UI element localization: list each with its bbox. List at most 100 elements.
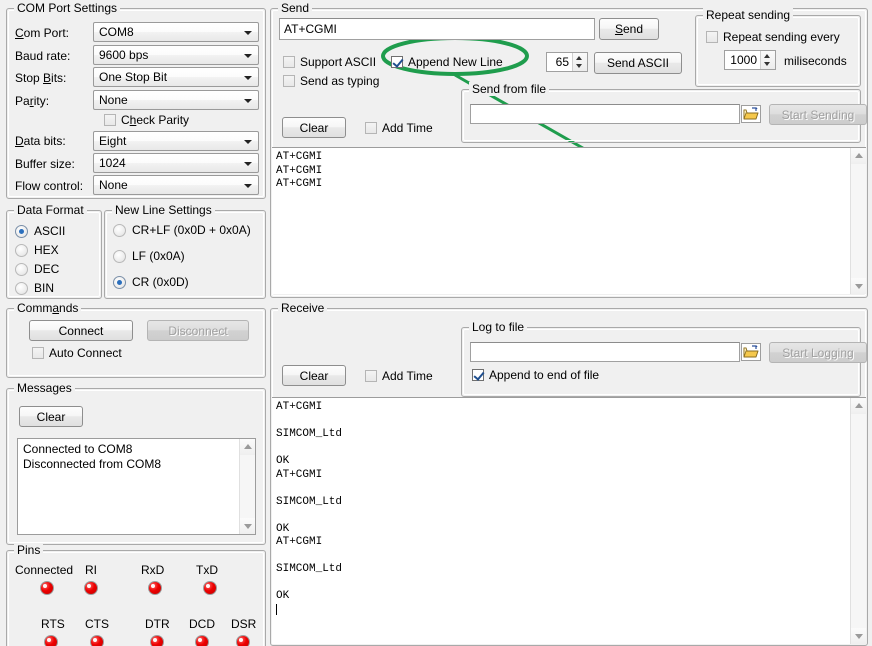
- data-format-bin-radio[interactable]: BIN: [15, 281, 54, 295]
- repeat-interval-value: 1000: [725, 51, 760, 69]
- spinner-buttons[interactable]: [760, 51, 775, 69]
- spinner-down-icon[interactable]: [573, 62, 587, 71]
- new-line-crlf-radio[interactable]: CR+LF (0x0D + 0x0A): [113, 223, 251, 237]
- start-sending-label: Start Sending: [782, 108, 855, 122]
- spinner-down-icon[interactable]: [761, 60, 775, 69]
- scroll-down-arrow-icon[interactable]: [851, 628, 866, 644]
- send-button[interactable]: Send: [599, 18, 659, 40]
- parity-label: Parity:: [15, 94, 49, 108]
- scroll-down-arrow-icon[interactable]: [240, 518, 256, 534]
- check-parity-checkbox[interactable]: Check Parity: [104, 113, 189, 127]
- new-line-cr-radio[interactable]: CR (0x0D): [113, 275, 189, 289]
- checkbox-box: [391, 56, 403, 68]
- chevron-down-icon: [244, 184, 252, 188]
- repeat-interval-spinner[interactable]: 1000: [724, 50, 776, 70]
- messages-scrollbar[interactable]: [239, 439, 255, 534]
- baud-rate-value: 9600 bps: [99, 48, 148, 62]
- radio-circle: [113, 250, 126, 263]
- send-as-typing-checkbox[interactable]: Send as typing: [283, 74, 379, 88]
- messages-clear-button[interactable]: Clear: [19, 406, 83, 427]
- receive-log-scrollbar[interactable]: [850, 398, 866, 644]
- scroll-up-arrow-icon[interactable]: [851, 148, 866, 164]
- connect-button-label: Connect: [59, 324, 104, 338]
- send-file-browse-button[interactable]: [741, 105, 761, 123]
- spinner-up-icon[interactable]: [761, 51, 775, 60]
- append-to-end-label: Append to end of file: [489, 368, 599, 382]
- append-new-line-checkbox[interactable]: Append New Line: [391, 55, 503, 69]
- receive-log-lines: AT+CGMI SIMCOM_Ltd OK AT+CGMI SIMCOM_Ltd…: [276, 401, 342, 602]
- repeat-sending-label: Repeat sending every: [723, 30, 840, 44]
- pin-label-dtr: DTR: [145, 617, 170, 631]
- com-port-value: COM8: [99, 25, 134, 39]
- data-format-ascii-radio[interactable]: ASCII: [15, 224, 65, 238]
- append-to-end-checkbox[interactable]: Append to end of file: [472, 368, 599, 382]
- messages-group: Messages Clear Connected to COM8 Disconn…: [6, 388, 266, 545]
- checkbox-box: [365, 370, 377, 382]
- pin-label-connected: Connected: [15, 563, 73, 577]
- new-line-crlf-label: CR+LF (0x0D + 0x0A): [132, 223, 251, 237]
- pin-led-connected: [40, 581, 54, 595]
- new-line-lf-radio[interactable]: LF (0x0A): [113, 249, 185, 263]
- spinner-buttons[interactable]: [572, 53, 587, 71]
- send-log-text: AT+CGMI AT+CGMI AT+CGMI: [276, 151, 846, 192]
- ascii-code-spinner[interactable]: 65: [546, 52, 588, 72]
- send-file-path-input[interactable]: [470, 104, 740, 124]
- messages-log-panel[interactable]: Connected to COM8 Disconnected from COM8: [17, 438, 256, 535]
- receive-log-panel[interactable]: AT+CGMI SIMCOM_Ltd OK AT+CGMI SIMCOM_Ltd…: [272, 397, 866, 644]
- repeat-sending-group: Repeat sending Repeat sending every 1000…: [695, 15, 861, 87]
- chevron-down-icon: [244, 140, 252, 144]
- flow-control-value: None: [99, 178, 128, 192]
- com-port-settings-group: COM Port Settings Com Port: COM8 Baud ra…: [6, 8, 266, 199]
- start-logging-button[interactable]: Start Logging: [769, 342, 867, 363]
- scroll-down-arrow-icon[interactable]: [851, 278, 866, 294]
- send-log-scrollbar[interactable]: [850, 148, 866, 294]
- buffer-size-combo[interactable]: 1024: [93, 153, 259, 173]
- disconnect-button[interactable]: Disconnect: [147, 320, 249, 341]
- send-ascii-button[interactable]: Send ASCII: [594, 52, 682, 74]
- receive-add-time-checkbox[interactable]: Add Time: [365, 369, 433, 383]
- ascii-code-value: 65: [547, 53, 572, 71]
- log-file-browse-button[interactable]: [741, 343, 761, 361]
- repeat-sending-checkbox[interactable]: Repeat sending every: [706, 30, 840, 44]
- buffer-size-label: Buffer size:: [15, 157, 75, 171]
- commands-group: Commands Connect Disconnect Auto Connect: [6, 308, 266, 378]
- connect-button[interactable]: Connect: [29, 320, 133, 341]
- auto-connect-checkbox[interactable]: Auto Connect: [32, 346, 122, 360]
- data-format-hex-radio[interactable]: HEX: [15, 243, 59, 257]
- send-log-panel[interactable]: AT+CGMI AT+CGMI AT+CGMI: [272, 147, 866, 294]
- support-ascii-label: Support ASCII: [300, 55, 376, 69]
- send-add-time-label: Add Time: [382, 121, 433, 135]
- com-port-combo[interactable]: COM8: [93, 22, 259, 42]
- data-format-dec-radio[interactable]: DEC: [15, 262, 59, 276]
- receive-clear-button[interactable]: Clear: [282, 365, 346, 386]
- baud-rate-combo[interactable]: 9600 bps: [93, 45, 259, 65]
- spinner-up-icon[interactable]: [573, 53, 587, 62]
- support-ascii-checkbox[interactable]: Support ASCII: [283, 55, 376, 69]
- log-to-file-group: Log to file Start Logging: [461, 327, 861, 397]
- send-command-input[interactable]: AT+CGMI: [279, 18, 595, 40]
- flow-control-label: Flow control:: [15, 179, 83, 193]
- send-add-time-checkbox[interactable]: Add Time: [365, 121, 433, 135]
- pin-label-dcd: DCD: [189, 617, 215, 631]
- send-clear-label: Clear: [300, 121, 329, 135]
- log-file-path-input[interactable]: [470, 342, 740, 362]
- data-bits-combo[interactable]: Eight: [93, 131, 259, 151]
- scroll-up-arrow-icon[interactable]: [240, 439, 256, 455]
- start-sending-button[interactable]: Start Sending: [769, 104, 867, 125]
- send-clear-button[interactable]: Clear: [282, 117, 346, 138]
- radio-circle: [113, 276, 126, 289]
- stop-bits-label: Stop Bits:: [15, 71, 66, 85]
- data-bits-value: Eight: [99, 134, 126, 148]
- checkbox-box: [472, 369, 484, 381]
- send-as-typing-label: Send as typing: [300, 74, 379, 88]
- parity-combo[interactable]: None: [93, 90, 259, 110]
- flow-control-combo[interactable]: None: [93, 175, 259, 195]
- receive-add-time-label: Add Time: [382, 369, 433, 383]
- send-command-value: AT+CGMI: [284, 22, 337, 36]
- scroll-up-arrow-icon[interactable]: [851, 398, 866, 414]
- stop-bits-combo[interactable]: One Stop Bit: [93, 67, 259, 87]
- data-format-ascii-label: ASCII: [34, 224, 65, 238]
- data-format-dec-label: DEC: [34, 262, 59, 276]
- pin-label-txd: TxD: [196, 563, 218, 577]
- pin-led-rts: [44, 635, 58, 646]
